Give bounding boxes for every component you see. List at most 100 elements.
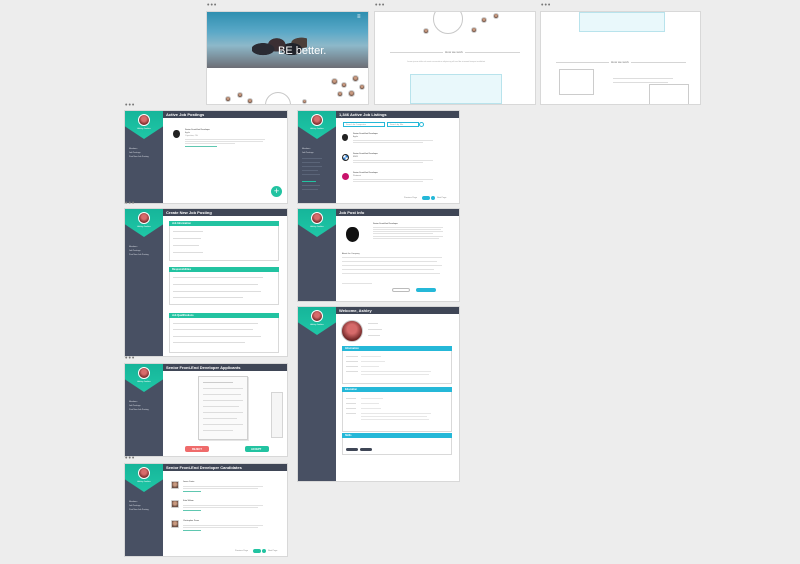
artboard-handle[interactable]: ••• [125,455,135,462]
text-line [185,143,235,144]
page-button[interactable] [253,549,261,553]
artboard-handle[interactable]: ••• [207,2,217,9]
text-line [613,82,668,83]
avatar[interactable] [138,212,150,224]
resume-thumbnail[interactable] [271,392,283,438]
apply-button[interactable] [416,288,436,292]
sidebar-item-new-posting[interactable]: Post New Job Posting [129,156,149,158]
artboard-welcome[interactable]: Ashley Jenkins Welcome, Ashley Informati… [298,307,459,481]
sidebar-user-name: Ashley Jenkins [137,128,151,130]
avatar[interactable] [138,367,150,379]
candidate-name[interactable]: Jason Carter [183,481,194,483]
sidebar-item-members[interactable]: Members [129,246,137,248]
job-title[interactable]: Senior Front-End Developer [353,172,378,174]
sidebar-item-members[interactable]: Members [129,401,137,403]
avatar[interactable] [311,114,323,126]
sidebar-item-members[interactable]: Members [129,501,137,503]
text-line [373,238,439,239]
text-line [203,400,243,401]
avatar[interactable] [311,212,323,224]
avatar [331,78,338,85]
reject-button[interactable]: REJECT [185,446,209,452]
sidebar-item-members[interactable]: Members [302,148,310,150]
prev-page-link[interactable]: Previous Page [404,197,417,199]
sidebar-user-name: Ashley Jenkins [137,381,151,383]
top-bar: Create New Job Posting [163,209,287,216]
sidebar-item-members[interactable]: Members [129,148,137,150]
prev-page-link[interactable]: Previous Page [235,550,248,552]
sidebar-item-job-postings[interactable]: Job Postings [302,152,313,154]
skill-tag[interactable] [346,448,358,451]
page-button[interactable] [262,549,266,553]
page-title: Job Post Info [339,210,365,215]
menu-icon[interactable]: ≡ [357,14,361,20]
filter-line [302,185,320,186]
company-search-input[interactable]: Search for Companies [343,122,385,127]
sidebar-item-job-postings[interactable]: Job Postings [129,250,140,252]
artboard-handle[interactable]: ••• [375,2,385,9]
avatar[interactable] [138,114,150,126]
bmw-logo-icon [342,154,349,161]
text-line [353,160,433,161]
add-posting-button[interactable]: + [271,186,282,197]
artboard-landing-how[interactable]: How we work Lorem ipsum dolor sit amet c… [375,12,535,104]
section-header: Education [342,387,452,392]
artboard-candidates[interactable]: Ashley Jenkins Members Job Postings Post… [125,464,287,556]
sidebar-item-new-posting[interactable]: Post New Job Posting [129,409,149,411]
page-title: Senior Front-End Developer Applicants [166,365,241,370]
sidebar-item-new-posting[interactable]: Post New Job Posting [129,254,149,256]
artboard-applicants[interactable]: Ashley Jenkins Members Job Postings Post… [125,364,287,456]
secondary-button[interactable] [392,288,410,292]
link-line [185,146,217,147]
page-button[interactable] [431,196,435,200]
text-line [346,356,358,357]
text-line [203,388,243,389]
company-name: Apple [353,136,359,138]
artboard-job-listings[interactable]: Ashley Jenkins Members Job Postings 1,34… [298,111,459,203]
job-title[interactable]: Senior Front-End Developer [185,129,210,131]
candidate-name[interactable]: Christopher Perez [183,520,199,522]
artboard-job-post-info[interactable]: Ashley Jenkins Job Post Info Senior Fron… [298,209,459,301]
sidebar-item-job-postings[interactable]: Job Postings [129,405,140,407]
title-search-input[interactable]: Search by Title [387,122,419,127]
next-page-link[interactable]: Next Page [268,550,277,552]
artboard-landing-hero[interactable]: BE better. ≡ [207,12,368,104]
job-title[interactable]: Senior Front-End Developer [353,133,378,135]
text-line [353,142,423,143]
artboard-handle[interactable]: ••• [541,2,551,9]
sidebar-item-job-postings[interactable]: Job Postings [129,152,140,154]
form-section [342,387,452,432]
link-line [183,530,201,531]
avatar[interactable] [311,310,323,322]
section-title: Skills [345,434,352,437]
search-icon[interactable] [419,122,424,127]
company-search-placeholder: Search for Companies [346,124,366,126]
text-line [183,505,263,506]
avatar [171,520,179,528]
accept-button[interactable]: ACCEPT [245,446,269,452]
text-line [361,361,385,362]
page-button[interactable] [422,196,430,200]
avatar[interactable] [138,467,150,479]
artboard-active-postings[interactable]: Ashley Jenkins Members Job Postings Post… [125,111,287,203]
sidebar-item-new-posting[interactable]: Post New Job Posting [129,509,149,511]
profile-photo[interactable] [341,320,363,342]
artboard-handle[interactable]: ••• [125,102,135,109]
candidate-name[interactable]: Kate Wilson [183,500,194,502]
job-location: Cupertino, CA [185,135,198,137]
text-line [353,179,433,180]
section-title: Job Qualifications [172,314,194,317]
artboard-handle[interactable]: ••• [125,355,135,362]
artboard-handle[interactable]: ••• [125,200,135,207]
avatar [471,27,477,33]
artboard-landing-info[interactable]: How we work [541,12,700,104]
artboard-create-posting[interactable]: Ashley Jenkins Members Job Postings Post… [125,209,287,356]
text-line [361,419,429,420]
skill-tag[interactable] [360,448,372,451]
text-line [346,361,358,362]
section-title: Job Information [172,222,191,225]
job-title[interactable]: Senior Front-End Developer [353,153,378,155]
sidebar: Ashley Jenkins Members Job Postings Post… [125,209,163,356]
next-page-link[interactable]: Next Page [437,197,446,199]
sidebar-item-job-postings[interactable]: Job Postings [129,505,140,507]
